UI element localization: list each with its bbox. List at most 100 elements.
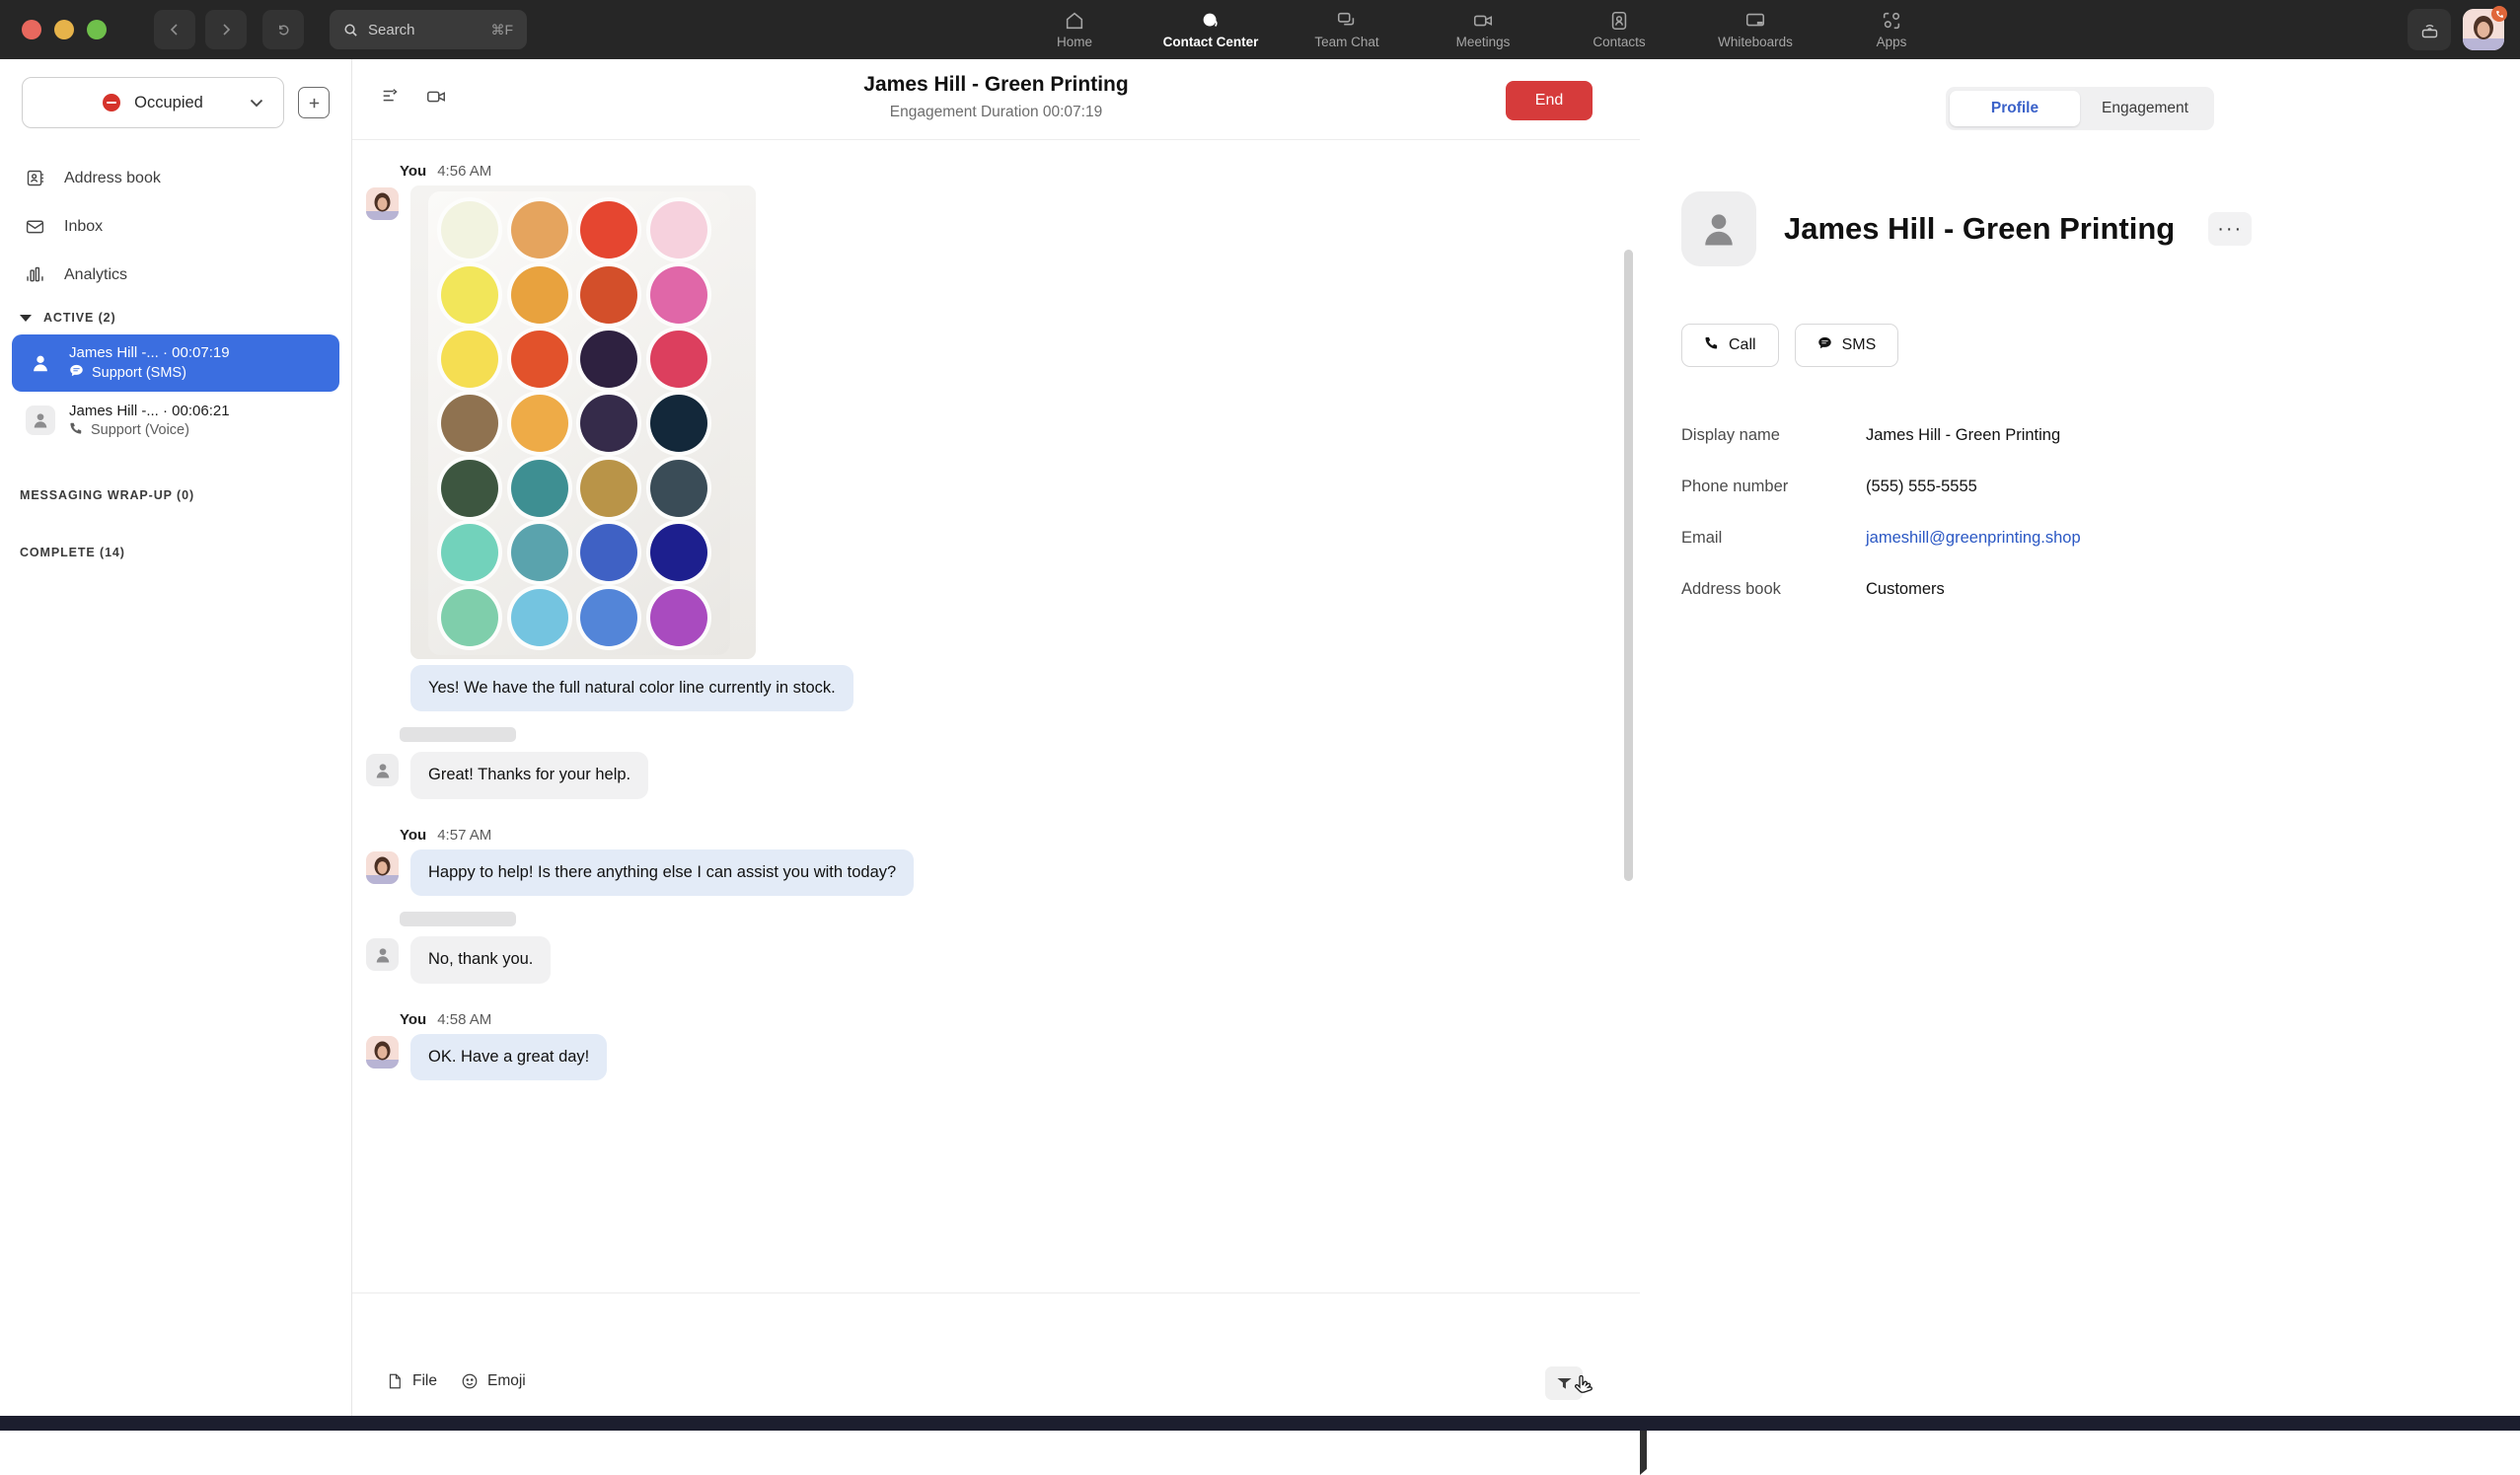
paint-pan <box>441 331 498 388</box>
engagement-item-sms[interactable]: James Hill -... · 00:07:19 Support (SMS) <box>12 334 339 392</box>
message-row: Happy to help! Is there anything else I … <box>352 849 1640 896</box>
new-engagement-button[interactable] <box>298 87 330 118</box>
paint-pan <box>650 460 707 517</box>
message-composer: File Emoji <box>352 1292 1640 1416</box>
email-link[interactable]: jameshill@greenprinting.shop <box>1866 529 2081 548</box>
analytics-icon <box>22 264 47 285</box>
plus-icon <box>307 96 322 111</box>
nav-item-contacts[interactable]: Contacts <box>1551 0 1687 59</box>
file-label: File <box>412 1372 437 1390</box>
nav-item-contact-center[interactable]: Contact Center <box>1143 0 1279 59</box>
paint-pan <box>580 589 637 646</box>
sidebar-nav-list: Address book Inbox Analytics <box>0 154 351 299</box>
section-label: COMPLETE (14) <box>20 546 125 559</box>
phone-icon <box>1704 335 1719 355</box>
search-input[interactable]: Search ⌘F <box>330 10 527 49</box>
forward-button[interactable] <box>205 10 247 49</box>
back-button[interactable] <box>154 10 195 49</box>
paint-pan <box>511 395 568 452</box>
section-header-complete[interactable]: COMPLETE (14) <box>0 534 351 569</box>
engagement-duration: Engagement Duration 00:07:19 <box>352 104 1640 121</box>
maximize-window-button[interactable] <box>87 20 107 39</box>
file-icon <box>386 1372 404 1390</box>
screen-share-icon[interactable] <box>2408 9 2451 50</box>
close-window-button[interactable] <box>22 20 41 39</box>
paint-pan <box>441 395 498 452</box>
video-icon[interactable] <box>425 86 447 112</box>
chevron-down-icon <box>20 315 32 322</box>
sidebar-item-inbox[interactable]: Inbox <box>0 202 351 251</box>
sidebar-item-address-book[interactable]: Address book <box>0 154 351 202</box>
whiteboards-icon <box>1744 10 1766 32</box>
tab-profile[interactable]: Profile <box>1950 91 2080 126</box>
sms-button[interactable]: SMS <box>1795 324 1899 367</box>
section-header-messaging-wrap-up[interactable]: MESSAGING WRAP-UP (0) <box>0 477 351 512</box>
window-bottom-strip <box>0 1416 2520 1431</box>
nav-item-team-chat[interactable]: Team Chat <box>1279 0 1415 59</box>
paint-pan <box>441 266 498 324</box>
status-occupied-icon <box>103 94 120 111</box>
engagement-title: James Hill -... · 00:07:19 <box>69 344 230 361</box>
profile-header: James Hill - Green Printing ··· <box>1681 191 2520 266</box>
field-label: Address book <box>1681 580 1866 599</box>
history-icon[interactable] <box>262 10 304 49</box>
section-header-active[interactable]: ACTIVE (2) <box>0 299 351 334</box>
message-row: OK. Have a great day! <box>352 1034 1640 1080</box>
engagement-queue: Support (Voice) <box>69 421 230 439</box>
end-engagement-button[interactable]: End <box>1506 81 1593 120</box>
field-display-name: Display name James Hill - Green Printing <box>1681 426 2520 478</box>
contact-center-icon <box>1200 10 1222 32</box>
sms-icon <box>1817 335 1832 355</box>
search-shortcut: ⌘F <box>490 22 513 38</box>
transfer-icon[interactable] <box>380 86 402 112</box>
avatar <box>366 938 399 971</box>
status-label: Occupied <box>134 94 203 112</box>
field-value: James Hill - Green Printing <box>1866 426 2060 445</box>
message-row <box>352 185 1640 659</box>
avatar <box>366 851 399 884</box>
nav-label: Contacts <box>1593 35 1645 49</box>
tab-engagement[interactable]: Engagement <box>2080 91 2210 126</box>
sidebar-item-analytics[interactable]: Analytics <box>0 251 351 299</box>
message-image-attachment[interactable] <box>410 185 756 659</box>
profile-name: James Hill - Green Printing <box>1784 211 2175 247</box>
message-meta: You4:58 AM <box>400 1011 1640 1028</box>
message-row: Yes! We have the full natural color line… <box>352 665 1640 711</box>
call-label: Call <box>1729 336 1756 354</box>
nav-item-meetings[interactable]: Meetings <box>1415 0 1551 59</box>
attach-file-button[interactable]: File <box>380 1368 443 1394</box>
minimize-window-button[interactable] <box>54 20 74 39</box>
message-meta: You 4:56 AM <box>400 163 1640 180</box>
sidebar-item-label: Address book <box>64 170 161 187</box>
paint-pan <box>511 331 568 388</box>
paint-pan <box>580 331 637 388</box>
field-address-book: Address book Customers <box>1681 580 2520 631</box>
call-button[interactable]: Call <box>1681 324 1779 367</box>
message-sender: You <box>400 163 426 180</box>
nav-item-whiteboards[interactable]: Whiteboards <box>1687 0 1823 59</box>
paint-pan <box>441 201 498 258</box>
field-phone-number: Phone number (555) 555-5555 <box>1681 478 2520 529</box>
message-time: 4:56 AM <box>437 163 491 180</box>
avatar <box>366 1036 399 1069</box>
sms-label: SMS <box>1842 336 1877 354</box>
page-title: James Hill - Green Printing <box>352 73 1640 97</box>
more-options-button[interactable]: ··· <box>2208 212 2252 246</box>
chat-scrollbar[interactable] <box>1624 250 1633 881</box>
user-avatar[interactable] <box>2463 9 2504 50</box>
nav-item-home[interactable]: Home <box>1006 0 1143 59</box>
field-label: Display name <box>1681 426 1866 445</box>
paint-pan <box>511 524 568 581</box>
sms-icon <box>69 363 84 382</box>
paint-pan <box>650 395 707 452</box>
nav-item-apps[interactable]: Apps <box>1823 0 1960 59</box>
window-traffic-lights <box>22 20 107 39</box>
emoji-button[interactable]: Emoji <box>455 1368 532 1394</box>
top-bar: Search ⌘F Home Contact Center Team Chat <box>0 0 2520 59</box>
inbox-icon <box>22 216 47 237</box>
agent-status-dropdown[interactable]: Occupied <box>22 77 284 128</box>
redacted-text <box>400 912 516 926</box>
paint-pan <box>650 524 707 581</box>
message-time: 4:58 AM <box>437 1011 491 1028</box>
engagement-item-voice[interactable]: James Hill -... · 00:06:21 Support (Voic… <box>12 392 339 449</box>
